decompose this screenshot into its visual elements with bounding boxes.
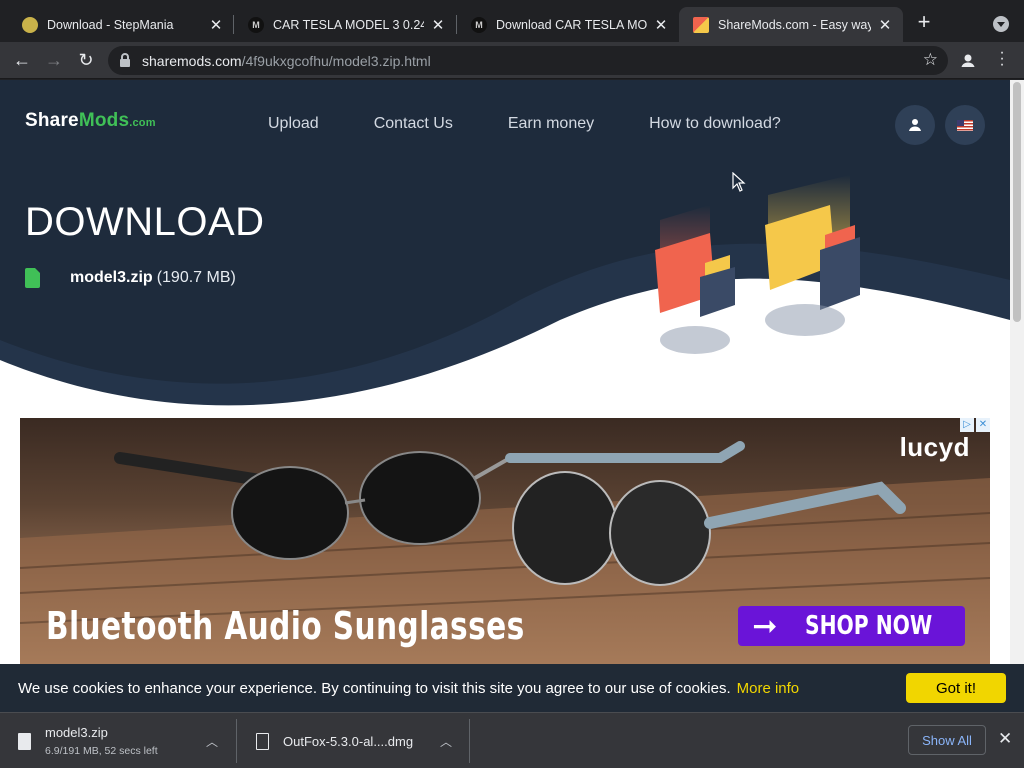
scrollbar-thumb[interactable] <box>1013 82 1021 322</box>
tab-sharemods[interactable]: ShareMods.com - Easy way ✕ <box>679 7 903 42</box>
tab-title: ShareMods.com - Easy way <box>718 17 871 32</box>
main-nav: Upload Contact Us Earn money How to down… <box>268 115 836 133</box>
nav-earn-money[interactable]: Earn money <box>508 115 594 133</box>
logo-mods: Mods <box>78 110 130 131</box>
menu-kebab-icon[interactable]: · · · <box>998 45 1006 73</box>
url-host: sharemods.com <box>142 52 242 69</box>
file-icon <box>18 732 31 750</box>
download-name: model3.zip <box>45 725 108 740</box>
close-icon[interactable]: ✕ <box>430 16 446 34</box>
close-icon[interactable]: ✕ <box>998 729 1012 749</box>
page-title: DOWNLOAD <box>25 200 265 244</box>
m-favicon-icon: M <box>471 16 487 33</box>
new-tab-button[interactable]: + <box>913 11 935 34</box>
profile-icon[interactable] <box>958 51 978 71</box>
lock-icon[interactable] <box>120 53 130 67</box>
stepmania-favicon-icon <box>22 16 38 33</box>
shelf-separator <box>469 719 470 763</box>
reload-button[interactable]: ↻ <box>74 49 98 73</box>
user-icon <box>909 119 921 131</box>
download-name: OutFox-5.3.0-al....dmg <box>283 733 414 749</box>
tab-title: Download - StepMania <box>47 17 174 32</box>
sharemods-favicon-icon <box>693 16 709 33</box>
bookmark-star-icon[interactable]: ☆ <box>923 50 938 70</box>
download-item-model3[interactable]: model3.zip 6.9/191 MB, 52 secs left <box>18 713 228 768</box>
more-info-link[interactable]: More info <box>737 680 800 697</box>
show-all-button[interactable]: Show All <box>908 725 986 755</box>
chevron-up-icon[interactable]: ︿ <box>206 733 218 750</box>
m-favicon-icon: M <box>248 16 264 33</box>
tab-title: Download CAR TESLA MOD <box>496 17 647 32</box>
file-icon <box>25 268 40 288</box>
file-name: model3.zip <box>70 269 153 286</box>
forward-button[interactable]: → <box>42 49 66 73</box>
file-info: model3.zip (190.7 MB) <box>25 268 236 288</box>
cta-label: SHOP NOW <box>805 611 933 641</box>
account-button[interactable] <box>895 105 935 145</box>
close-icon[interactable]: ✕ <box>976 418 990 432</box>
download-item-outfox[interactable]: OutFox-5.3.0-al....dmg <box>256 713 436 768</box>
address-bar[interactable]: sharemods.com/4f9ukxgcofhu/model3.zip.ht… <box>108 46 948 75</box>
ad-choices-icon[interactable]: ▷ <box>960 418 974 432</box>
tab-strip: Download - StepMania ✕ M CAR TESLA MODEL… <box>0 0 1024 42</box>
back-button[interactable]: ← <box>10 49 34 73</box>
downloads-shelf: model3.zip 6.9/191 MB, 52 secs left ︿ Ou… <box>0 712 1024 768</box>
hero-section: ShareMods.com Upload Contact Us Earn mon… <box>0 80 1010 430</box>
cookie-banner: We use cookies to enhance your experienc… <box>0 664 1024 712</box>
tab-search-icon[interactable] <box>993 16 1009 32</box>
nav-contact-us[interactable]: Contact Us <box>374 115 453 133</box>
ad-headline: Bluetooth Audio Sunglasses <box>46 604 525 648</box>
folders-illustration <box>655 175 860 354</box>
sharemods-logo[interactable]: ShareMods.com <box>25 110 156 132</box>
tab-car-tesla[interactable]: M CAR TESLA MODEL 3 0.24 - ✕ <box>234 7 456 42</box>
us-flag-icon <box>957 119 973 131</box>
shop-now-button[interactable]: ➞ SHOP NOW <box>738 606 965 646</box>
got-it-button[interactable]: Got it! <box>906 673 1006 703</box>
file-size: (190.7 MB) <box>156 269 236 286</box>
close-icon[interactable]: ✕ <box>653 16 669 34</box>
tab-stepmania[interactable]: Download - StepMania ✕ <box>8 7 234 42</box>
close-icon[interactable]: ✕ <box>208 16 224 34</box>
arrow-right-icon: ➞ <box>752 608 778 644</box>
language-button[interactable] <box>945 105 985 145</box>
cookie-message: We use cookies to enhance your experienc… <box>18 679 731 697</box>
logo-com: .com <box>129 117 156 129</box>
tab-download-car-tesla[interactable]: M Download CAR TESLA MOD ✕ <box>457 7 679 42</box>
download-status: 6.9/191 MB, 52 secs left <box>45 745 158 757</box>
advertisement-banner[interactable]: ▷ ✕ lucyd Bluetooth Audio Sunglasses ➞ S… <box>20 418 990 664</box>
page-viewport: ShareMods.com Upload Contact Us Earn mon… <box>0 80 1010 664</box>
mouse-cursor-icon <box>732 172 746 192</box>
file-icon <box>256 732 269 750</box>
shelf-separator <box>236 719 237 763</box>
logo-share: Share <box>25 110 79 131</box>
tab-title: CAR TESLA MODEL 3 0.24 - <box>273 17 424 32</box>
browser-toolbar: ← → ↻ sharemods.com/4f9ukxgcofhu/model3.… <box>0 42 1024 79</box>
ad-brand-logo: lucyd <box>899 432 970 462</box>
nav-how-to-download[interactable]: How to download? <box>649 115 781 133</box>
nav-upload[interactable]: Upload <box>268 115 319 133</box>
url-path: /4f9ukxgcofhu/model3.zip.html <box>241 52 431 69</box>
page-scrollbar[interactable] <box>1010 80 1024 664</box>
ad-badge[interactable]: ▷ ✕ <box>960 418 990 432</box>
close-icon[interactable]: ✕ <box>877 16 893 34</box>
chevron-up-icon[interactable]: ︿ <box>440 733 452 750</box>
download-item-text: model3.zip 6.9/191 MB, 52 secs left <box>45 725 158 757</box>
